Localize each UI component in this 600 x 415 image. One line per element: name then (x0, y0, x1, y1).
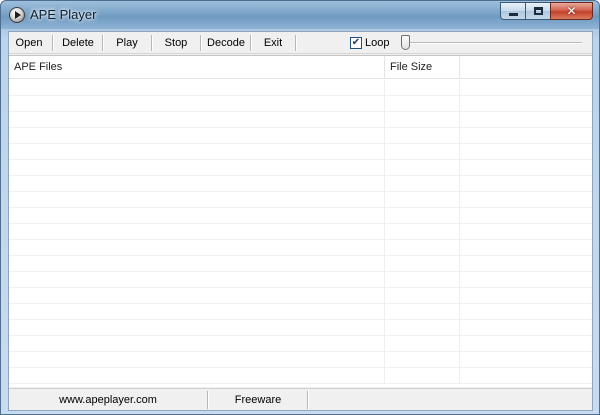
column-gridline (384, 80, 385, 96)
status-website: www.apeplayer.com (59, 394, 157, 406)
column-gridline (459, 368, 460, 384)
column-gridline (384, 304, 385, 320)
title-bar[interactable]: APE Player ✕ (1, 1, 599, 29)
list-item (9, 208, 592, 224)
toolbar-separator (250, 35, 251, 51)
list-rows (9, 80, 592, 387)
minimize-button[interactable] (500, 2, 525, 20)
maximize-button[interactable] (525, 2, 550, 20)
maximize-icon (533, 7, 543, 15)
column-gridline (459, 80, 460, 96)
column-gridline (384, 240, 385, 256)
column-gridline (459, 352, 460, 368)
client-area: Open Delete Play Stop Decode Exit ✔ Loop… (8, 31, 593, 411)
column-gridline (384, 160, 385, 176)
list-item (9, 256, 592, 272)
status-separator (207, 391, 208, 409)
column-gridline (384, 352, 385, 368)
column-gridline (384, 96, 385, 112)
list-item (9, 80, 592, 96)
list-item (9, 336, 592, 352)
column-gridline (384, 224, 385, 240)
column-gridline (459, 128, 460, 144)
column-gridline (459, 336, 460, 352)
toolbar-separator (151, 35, 152, 51)
list-item (9, 176, 592, 192)
toolbar-separator (295, 35, 296, 51)
list-item (9, 144, 592, 160)
column-gridline (459, 288, 460, 304)
column-gridline (459, 208, 460, 224)
column-gridline (459, 112, 460, 128)
column-gridline (459, 320, 460, 336)
checkmark-icon: ✔ (351, 37, 361, 48)
loop-checkbox[interactable]: ✔ (350, 37, 362, 49)
column-gridline (459, 304, 460, 320)
toolbar-separator (52, 35, 53, 51)
status-license: Freeware (234, 394, 282, 406)
list-item (9, 304, 592, 320)
stop-button[interactable]: Stop (154, 32, 198, 54)
column-gridline (459, 224, 460, 240)
close-button[interactable]: ✕ (550, 2, 593, 20)
delete-button[interactable]: Delete (55, 32, 101, 54)
column-gridline (384, 144, 385, 160)
column-gridline (459, 96, 460, 112)
column-gridline (384, 112, 385, 128)
list-item (9, 240, 592, 256)
list-header: APE Files File Size (9, 56, 592, 79)
column-divider[interactable] (459, 56, 460, 79)
column-gridline (384, 208, 385, 224)
column-gridline (384, 368, 385, 384)
column-gridline (459, 144, 460, 160)
volume-slider-thumb[interactable] (401, 35, 410, 50)
column-gridline (384, 176, 385, 192)
list-item (9, 352, 592, 368)
toolbar-separator (200, 35, 201, 51)
column-gridline (459, 256, 460, 272)
minimize-icon (508, 12, 518, 16)
close-icon: ✕ (566, 4, 577, 18)
column-gridline (384, 288, 385, 304)
column-gridline (459, 176, 460, 192)
list-item (9, 112, 592, 128)
list-item (9, 272, 592, 288)
list-item (9, 288, 592, 304)
column-gridline (384, 272, 385, 288)
status-bar: www.apeplayer.com Freeware (9, 388, 592, 410)
status-separator (307, 391, 308, 409)
toolbar: Open Delete Play Stop Decode Exit ✔ Loop (9, 32, 592, 54)
window-controls: ✕ (500, 2, 593, 20)
list-item (9, 96, 592, 112)
loop-label[interactable]: Loop (365, 32, 389, 54)
app-window: APE Player ✕ Open Delete Play Stop Decod… (0, 0, 600, 415)
decode-button[interactable]: Decode (203, 32, 249, 54)
list-item (9, 128, 592, 144)
play-disc-icon[interactable] (9, 7, 25, 23)
column-gridline (459, 160, 460, 176)
column-gridline (459, 272, 460, 288)
column-gridline (384, 336, 385, 352)
column-header-ape-files[interactable]: APE Files (9, 56, 384, 79)
column-gridline (459, 192, 460, 208)
column-gridline (384, 256, 385, 272)
play-button[interactable]: Play (105, 32, 149, 54)
column-header-file-size[interactable]: File Size (385, 56, 459, 79)
toolbar-separator (102, 35, 103, 51)
list-item (9, 368, 592, 384)
column-gridline (384, 192, 385, 208)
list-item (9, 224, 592, 240)
column-gridline (384, 128, 385, 144)
list-item (9, 160, 592, 176)
exit-button[interactable]: Exit (253, 32, 293, 54)
column-gridline (384, 320, 385, 336)
ape-file-list[interactable]: APE Files File Size (9, 55, 592, 387)
column-gridline (459, 240, 460, 256)
volume-slider-track[interactable] (406, 42, 582, 44)
open-button[interactable]: Open (9, 32, 49, 54)
window-title: APE Player (30, 7, 97, 22)
list-item (9, 192, 592, 208)
list-item (9, 320, 592, 336)
